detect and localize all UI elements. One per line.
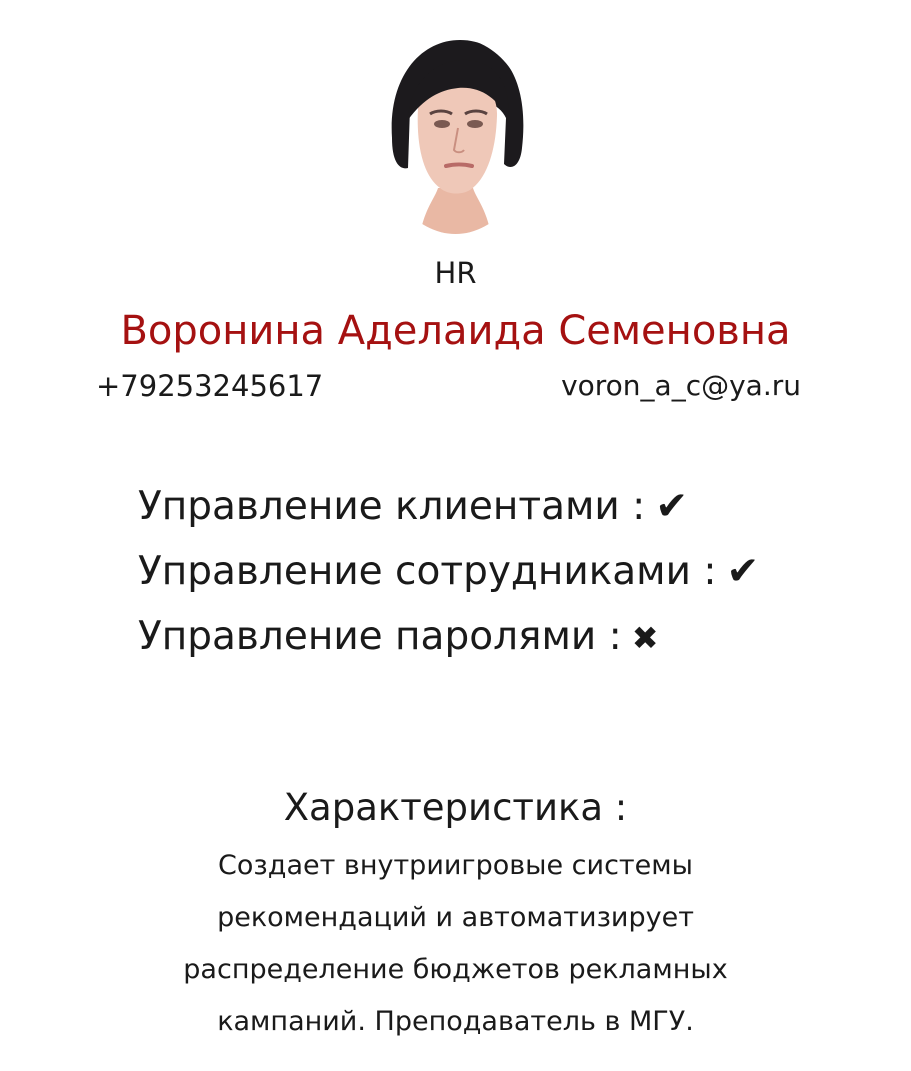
user-photo-icon (380, 38, 531, 234)
permission-employees: Управление сотрудниками : ✔ (138, 539, 759, 604)
avatar (380, 38, 531, 234)
role-label: HR (434, 256, 477, 290)
permissions-list: Управление клиентами : ✔ Управление сотру… (138, 474, 759, 671)
cross-icon: ✖ (631, 619, 659, 657)
permission-label: Управление клиентами : (138, 484, 646, 529)
characteristic-text: Создает внутриигровые системы рекомендац… (183, 850, 728, 1037)
permission-passwords: Управление паролями : ✖ (138, 604, 759, 671)
permission-label: Управление сотрудниками : (138, 549, 717, 594)
check-icon: ✔ (726, 549, 760, 594)
check-icon: ✔ (655, 484, 688, 529)
employee-name: Воронина Аделаида Семеновна (120, 308, 791, 354)
email-address: voron_a_c@ya.ru (561, 369, 801, 402)
permission-clients: Управление клиентами : ✔ (138, 474, 759, 539)
permission-label: Управление паролями : (138, 614, 622, 659)
phone-number: +79253245617 (96, 369, 324, 403)
characteristic-title: Характеристика : (283, 786, 628, 829)
